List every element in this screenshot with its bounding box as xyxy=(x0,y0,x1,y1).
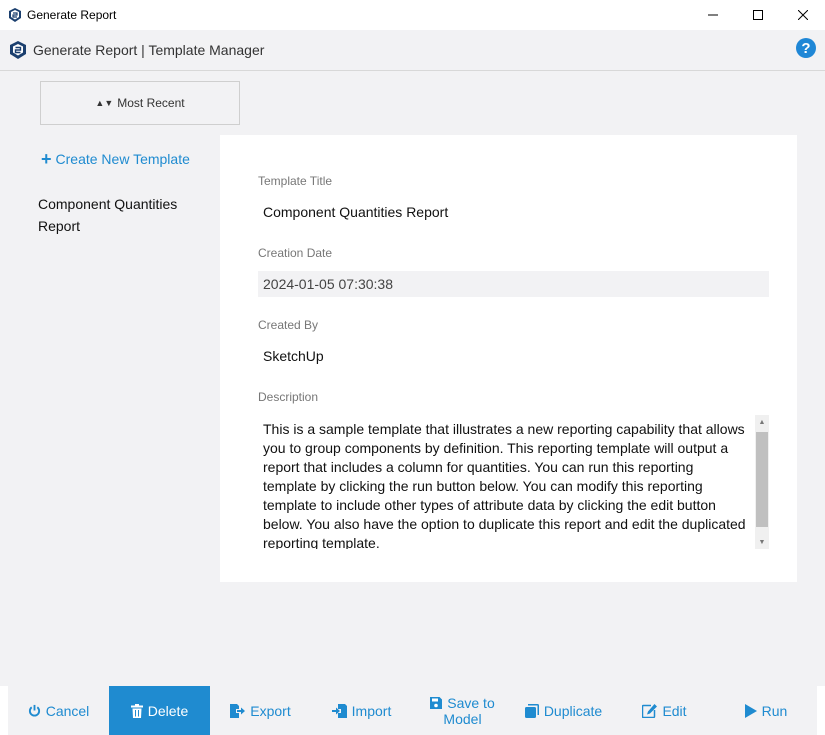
close-button[interactable] xyxy=(780,0,825,30)
cancel-label: Cancel xyxy=(45,702,90,719)
import-icon xyxy=(331,703,347,718)
import-button[interactable]: Import xyxy=(311,686,412,735)
template-title-label: Template Title xyxy=(258,174,333,188)
play-icon xyxy=(744,703,757,718)
trash-icon xyxy=(130,703,143,718)
create-template-label: Create New Template xyxy=(55,151,190,167)
created-by-field[interactable]: SketchUp xyxy=(258,343,769,369)
copy-icon xyxy=(524,703,539,718)
description-text: This is a sample template that illustrat… xyxy=(263,421,746,549)
template-name: Component Quantities Report xyxy=(38,196,178,234)
creation-date-field: 2024-01-05 07:30:38 xyxy=(258,271,769,297)
question-circle-icon[interactable]: ? xyxy=(796,38,816,58)
export-label: Export xyxy=(250,702,291,719)
delete-label: Delete xyxy=(147,702,189,719)
minimize-icon xyxy=(708,14,718,16)
scroll-thumb[interactable] xyxy=(756,432,768,527)
run-label: Run xyxy=(761,702,788,719)
export-button[interactable]: Export xyxy=(210,686,311,735)
template-list-item[interactable]: Component Quantities Report xyxy=(38,193,208,237)
description-scrollbar[interactable]: ▲ ▼ xyxy=(755,415,769,549)
created-by-label: Created By xyxy=(258,318,319,332)
save-label-line2: Model xyxy=(443,710,482,727)
power-icon xyxy=(28,704,40,717)
close-icon xyxy=(798,10,808,20)
duplicate-label: Duplicate xyxy=(543,702,603,719)
minimize-button[interactable] xyxy=(690,0,736,30)
creation-date-label: Creation Date xyxy=(258,246,333,260)
window-titlebar: Generate Report xyxy=(0,0,825,30)
floppy-disk-icon xyxy=(430,696,443,709)
plus-icon: + xyxy=(41,149,52,169)
maximize-button[interactable] xyxy=(735,0,781,30)
export-icon xyxy=(230,703,246,718)
sort-button[interactable]: ▲▼ Most Recent xyxy=(40,81,240,125)
page-title: Generate Report | Template Manager xyxy=(33,42,265,58)
description-label: Description xyxy=(258,390,319,404)
maximize-icon xyxy=(753,10,763,20)
sort-label: Most Recent xyxy=(117,96,185,110)
sort-icon: ▲▼ xyxy=(95,98,114,108)
sketchup-logo-icon xyxy=(10,41,26,59)
edit-label: Edit xyxy=(662,702,687,719)
main-area: ▲▼ Most Recent + Create New Template Com… xyxy=(0,71,825,686)
template-title-field[interactable]: Component Quantities Report xyxy=(258,199,769,225)
edit-button[interactable]: Edit xyxy=(614,686,715,735)
save-to-model-button[interactable]: Save to Model xyxy=(412,686,513,735)
window-title: Generate Report xyxy=(27,8,117,22)
app-header: Generate Report | Template Manager ? xyxy=(0,30,825,71)
duplicate-button[interactable]: Duplicate xyxy=(513,686,614,735)
cancel-button[interactable]: Cancel xyxy=(8,686,109,735)
scroll-down-arrow-icon[interactable]: ▼ xyxy=(755,535,769,549)
edit-icon xyxy=(642,703,658,718)
create-template-link[interactable]: + Create New Template xyxy=(41,149,190,169)
import-label: Import xyxy=(351,702,392,719)
template-detail-panel: Template Title Component Quantities Repo… xyxy=(220,135,797,582)
sketchup-logo-icon xyxy=(9,8,21,22)
save-label-line1: Save to xyxy=(447,694,495,711)
action-toolbar: Cancel Delete Export Import Save to Mode… xyxy=(8,686,817,735)
scroll-up-arrow-icon[interactable]: ▲ xyxy=(755,415,769,429)
description-field[interactable]: This is a sample template that illustrat… xyxy=(258,415,769,549)
run-button[interactable]: Run xyxy=(715,686,817,735)
delete-button[interactable]: Delete xyxy=(109,686,210,735)
